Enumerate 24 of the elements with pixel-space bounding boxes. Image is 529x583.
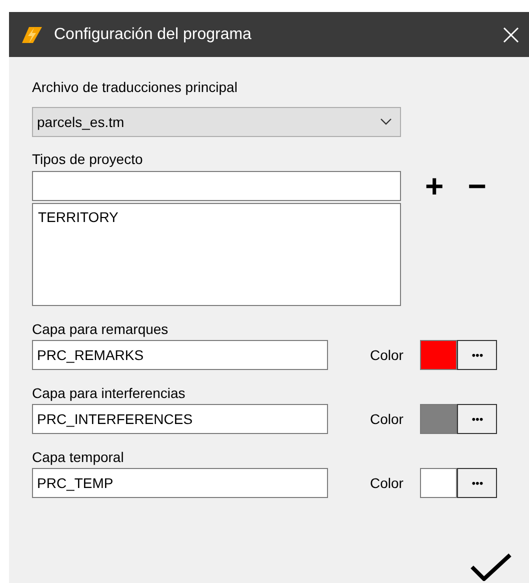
color-label: Color	[370, 474, 404, 492]
file-dropdown[interactable]: parcels_es.tm	[32, 107, 401, 137]
field-label: Archivo de traducciones principal	[32, 78, 238, 96]
field-label: Capa para remarques	[32, 320, 170, 338]
close-icon[interactable]	[503, 26, 519, 42]
window-title: Configuración del programa	[54, 24, 252, 44]
list-item[interactable]: TERRITORY	[38, 207, 395, 228]
color-label: Color	[370, 346, 404, 364]
layer-name-field[interactable]: PRC_REMARKS	[32, 340, 328, 370]
field-label: Tipos de proyecto	[32, 150, 144, 168]
field-label: Capa temporal	[32, 448, 125, 466]
color-picker-button[interactable]: •••	[457, 468, 498, 498]
color-picker-button[interactable]: •••	[457, 340, 498, 370]
lightning-icon	[21, 26, 43, 44]
layer-name-field[interactable]: PRC_INTERFERENCES	[32, 404, 328, 434]
checkmark-icon[interactable]	[470, 553, 512, 581]
layer-name-field[interactable]: PRC_TEMP	[32, 468, 328, 498]
remove-button[interactable]: −	[468, 171, 486, 201]
color-picker-button[interactable]: •••	[457, 404, 498, 434]
chevron-down-icon	[380, 118, 392, 126]
add-button[interactable]: +	[425, 171, 444, 201]
project-type-input[interactable]	[32, 171, 401, 201]
color-label: Color	[370, 410, 404, 428]
field-label: Capa para interferencias	[32, 384, 186, 402]
